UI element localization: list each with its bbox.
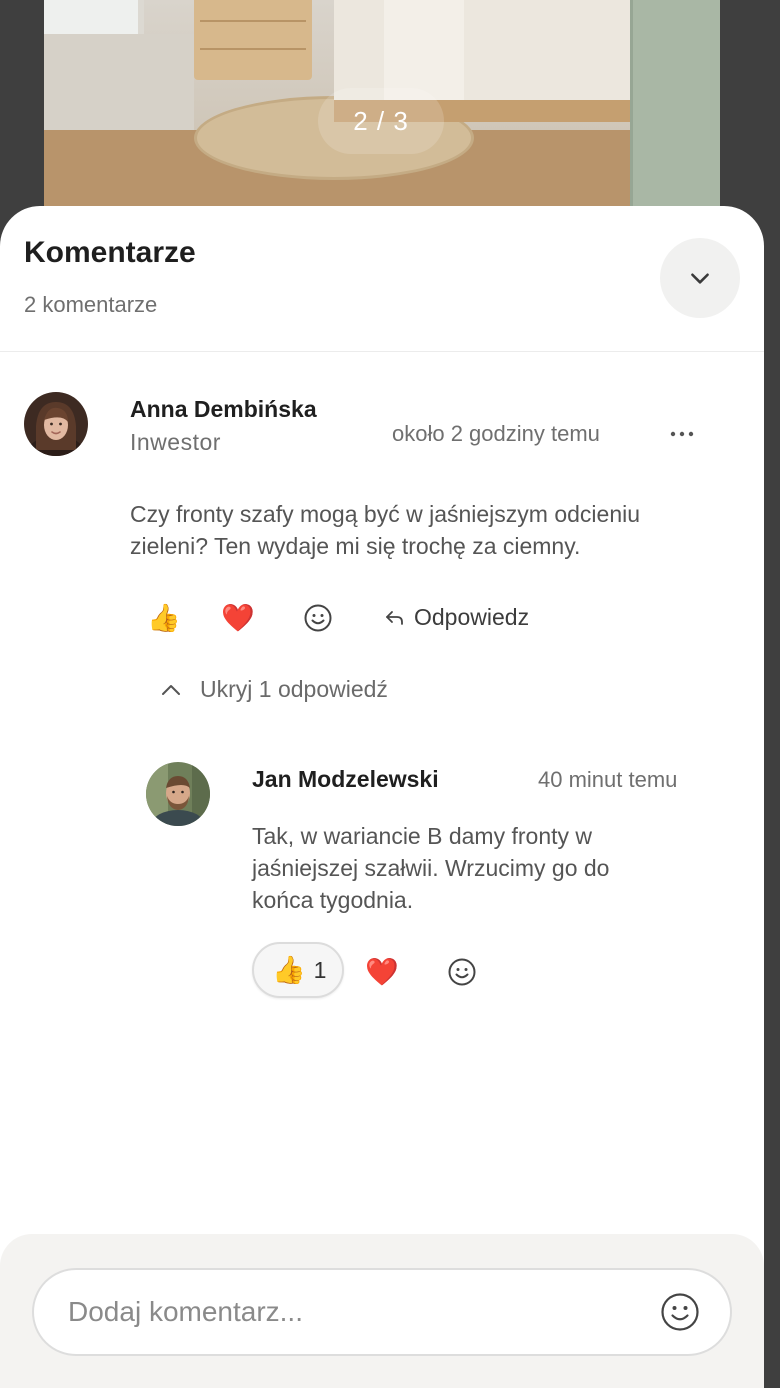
avatar[interactable] — [146, 762, 210, 826]
comment-body-line: zieleni? Ten wydaje mi się trochę za cie… — [130, 533, 581, 559]
reply-body-line: Tak, w wariancie B damy fronty w — [252, 823, 593, 849]
photo-counter: 2 / 3 — [318, 88, 444, 154]
reply-author[interactable]: Jan Modzelewski — [252, 766, 439, 793]
backdrop-edge — [764, 0, 780, 1388]
reply-body-line: jaśniejszej szałwii. Wrzucimy go do — [252, 855, 610, 881]
add-reaction-button[interactable] — [442, 952, 482, 992]
avatar[interactable] — [24, 392, 88, 456]
comment-input-wrapper — [32, 1268, 732, 1356]
reaction-heart-button[interactable]: ❤️ — [360, 952, 404, 992]
reaction-heart-button[interactable]: ❤️ — [216, 598, 260, 638]
sheet-header: Komentarze 2 komentarze — [0, 206, 764, 352]
photo-wardrobe — [630, 0, 720, 206]
photo-dresser — [194, 0, 312, 80]
reply-label: Odpowiedz — [414, 604, 530, 630]
reaction-thumbs-up-pill[interactable]: 👍 1 — [252, 942, 345, 998]
comment-author-role: Inwestor — [130, 429, 221, 455]
heart-icon: ❤️ — [221, 602, 255, 633]
reply-body-line: końca tygodnia. — [252, 887, 414, 913]
comment-input[interactable] — [68, 1296, 660, 1328]
toggle-replies-label: Ukryj 1 odpowiedź — [200, 676, 388, 702]
reaction-thumbs-up-button[interactable]: 👍 — [142, 598, 186, 638]
comment-body: Czy fronty szafy mogą być w jaśniejszym … — [130, 498, 640, 562]
add-reaction-button[interactable] — [298, 598, 338, 638]
reply-button[interactable]: Odpowiedz — [384, 604, 529, 631]
heart-icon: ❤️ — [365, 956, 399, 987]
comment-composer — [0, 1234, 764, 1388]
comment-author[interactable]: Anna Dembińska — [130, 396, 317, 423]
sheet-title: Komentarze — [24, 236, 196, 269]
comment-count: 2 komentarze — [24, 292, 158, 317]
emoji-picker-button[interactable] — [660, 1292, 700, 1332]
thumbs-up-icon: 👍 — [147, 602, 181, 633]
reaction-count: 1 — [313, 956, 327, 983]
thumbs-up-icon: 👍 — [272, 955, 306, 985]
chevron-down-icon — [691, 273, 709, 284]
smiley-icon — [448, 958, 476, 986]
collapse-sheet-button[interactable] — [660, 238, 740, 318]
chevron-up-icon — [162, 684, 180, 695]
toggle-replies-button[interactable]: Ukryj 1 odpowiedź — [160, 676, 388, 703]
reply-arrow-icon — [386, 610, 403, 625]
comment-more-button[interactable] — [662, 418, 702, 450]
reply-body: Tak, w wariancie B damy fronty w jaśniej… — [252, 820, 609, 916]
smiley-icon — [661, 1293, 699, 1331]
reply-timestamp: 40 minut temu — [538, 767, 678, 792]
comment-timestamp: około 2 godziny temu — [392, 421, 600, 446]
smiley-icon — [304, 604, 332, 632]
photo-window — [44, 0, 144, 34]
more-horizontal-icon — [670, 431, 694, 437]
comments-sheet: Komentarze 2 komentarze Anna Dembińska I… — [0, 206, 764, 1388]
comment-body-line: Czy fronty szafy mogą być w jaśniejszym … — [130, 501, 641, 527]
